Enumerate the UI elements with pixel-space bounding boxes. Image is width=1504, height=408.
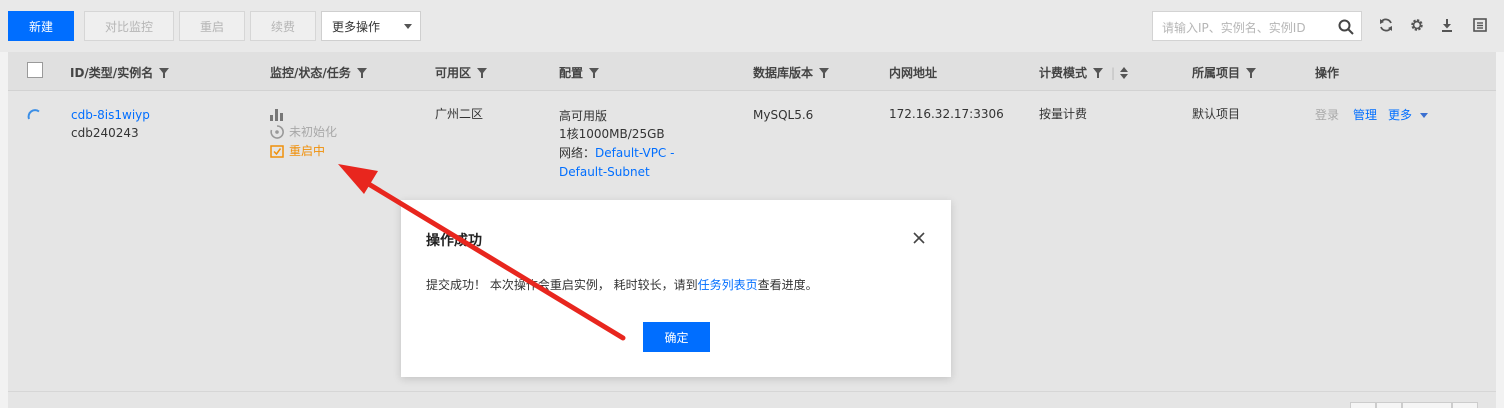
- billing-mode: 按量计费: [1039, 107, 1088, 121]
- list-icon[interactable]: [1472, 17, 1488, 33]
- header-zone-label: 可用区: [435, 66, 472, 80]
- sort-icon[interactable]: [1120, 66, 1129, 79]
- restart-button[interactable]: 重启: [179, 11, 245, 41]
- network-row: 网络：Default-VPC -: [559, 144, 674, 163]
- manage-link[interactable]: 管理: [1353, 106, 1377, 125]
- settings-icon[interactable]: [1409, 17, 1425, 33]
- dialog-title: 操作成功: [426, 233, 482, 249]
- filter-icon[interactable]: [1246, 67, 1257, 78]
- more-link-label: 更多: [1388, 108, 1413, 122]
- zone-text: 广州二区: [435, 107, 484, 121]
- pager-prev-button[interactable]: [1350, 402, 1376, 408]
- more-operations-dropdown[interactable]: 更多操作: [321, 11, 421, 41]
- search-icon[interactable]: [1337, 18, 1355, 36]
- pager-page-button[interactable]: [1376, 402, 1402, 408]
- header-monitor: 监控/状态/任务: [270, 64, 367, 81]
- dialog-message-prefix: 提交成功！ 本次操作会重启实例， 耗时较长，请到: [426, 278, 698, 292]
- select-all-checkbox[interactable]: [27, 62, 43, 78]
- row-divider: [8, 391, 1496, 392]
- header-monitor-label: 监控/状态/任务: [270, 66, 351, 80]
- instance-name: cdb240243: [71, 126, 139, 140]
- task-check-icon: [270, 145, 284, 158]
- toolbar: 新建 对比监控 重启 续费 更多操作 请输入IP、实例名、实例ID: [0, 0, 1504, 52]
- header-config: 配置: [559, 64, 600, 81]
- search-box[interactable]: 请输入IP、实例名、实例ID: [1152, 11, 1362, 41]
- loading-spinner-icon: [27, 109, 40, 120]
- config-type: 高可用版: [559, 109, 608, 123]
- filter-icon[interactable]: [356, 67, 367, 78]
- header-ops: 操作: [1315, 64, 1339, 81]
- close-icon[interactable]: [911, 230, 927, 246]
- project-name: 默认项目: [1192, 107, 1241, 121]
- filter-icon[interactable]: [159, 67, 170, 78]
- header-project-label: 所属项目: [1192, 66, 1241, 80]
- confirm-button[interactable]: 确定: [643, 322, 710, 352]
- network-vpc-link[interactable]: Default-VPC -: [595, 146, 674, 160]
- chevron-down-icon: [404, 24, 412, 29]
- login-link[interactable]: 登录: [1315, 106, 1339, 125]
- chevron-down-icon: [1420, 113, 1428, 118]
- pager-page-input[interactable]: [1402, 402, 1452, 408]
- header-id: ID/类型/实例名: [70, 64, 170, 81]
- private-address: 172.16.32.17:3306: [889, 107, 1004, 121]
- header-billing-label: 计费模式: [1039, 66, 1088, 80]
- header-billing: 计费模式 |: [1039, 64, 1129, 81]
- header-separator: |: [1111, 65, 1116, 80]
- table-header: ID/类型/实例名 监控/状态/任务 可用区 配置 数据库版本 内网地址 计费模…: [8, 52, 1496, 91]
- status-uninitialized-icon: [270, 125, 284, 139]
- network-subnet-link[interactable]: Default-Subnet: [559, 163, 650, 182]
- more-link[interactable]: 更多: [1388, 106, 1412, 125]
- more-operations-label: 更多操作: [332, 19, 381, 34]
- filter-icon[interactable]: [589, 67, 600, 78]
- header-config-label: 配置: [559, 66, 584, 80]
- task-status[interactable]: 重启中: [289, 142, 325, 161]
- header-address: 内网地址: [889, 64, 937, 81]
- network-label: 网络：: [559, 146, 596, 160]
- instance-id-link[interactable]: cdb-8is1wiyp: [71, 106, 150, 125]
- db-version: MySQL5.6: [753, 108, 814, 122]
- header-zone: 可用区: [435, 64, 488, 81]
- filter-icon[interactable]: [819, 67, 830, 78]
- dialog-message-suffix: 查看进度。: [757, 278, 818, 292]
- task-list-link[interactable]: 任务列表页: [698, 278, 758, 292]
- compare-monitor-button[interactable]: 对比监控: [84, 11, 174, 41]
- monitor-chart-icon[interactable]: [270, 109, 284, 121]
- dialog-message: 提交成功！ 本次操作会重启实例， 耗时较长，请到任务列表页查看进度。: [426, 276, 818, 293]
- search-placeholder: 请输入IP、实例名、实例ID: [1162, 21, 1306, 35]
- filter-icon[interactable]: [1093, 67, 1104, 78]
- download-icon[interactable]: [1439, 17, 1455, 33]
- pager-next-button[interactable]: [1452, 402, 1478, 408]
- header-db-version: 数据库版本: [753, 64, 830, 81]
- refresh-icon[interactable]: [1378, 17, 1394, 33]
- renew-button[interactable]: 续费: [250, 11, 316, 41]
- filter-icon[interactable]: [477, 67, 488, 78]
- header-db-version-label: 数据库版本: [753, 66, 814, 80]
- config-spec: 1核1000MB/25GB: [559, 127, 665, 141]
- header-ops-label: 操作: [1315, 66, 1340, 80]
- header-id-label: ID/类型/实例名: [70, 66, 154, 80]
- header-address-label: 内网地址: [889, 66, 938, 80]
- new-button[interactable]: 新建: [8, 11, 74, 41]
- success-dialog: 操作成功 提交成功！ 本次操作会重启实例， 耗时较长，请到任务列表页查看进度。 …: [401, 200, 951, 377]
- status-text: 未初始化: [289, 125, 338, 139]
- header-project: 所属项目: [1192, 64, 1257, 81]
